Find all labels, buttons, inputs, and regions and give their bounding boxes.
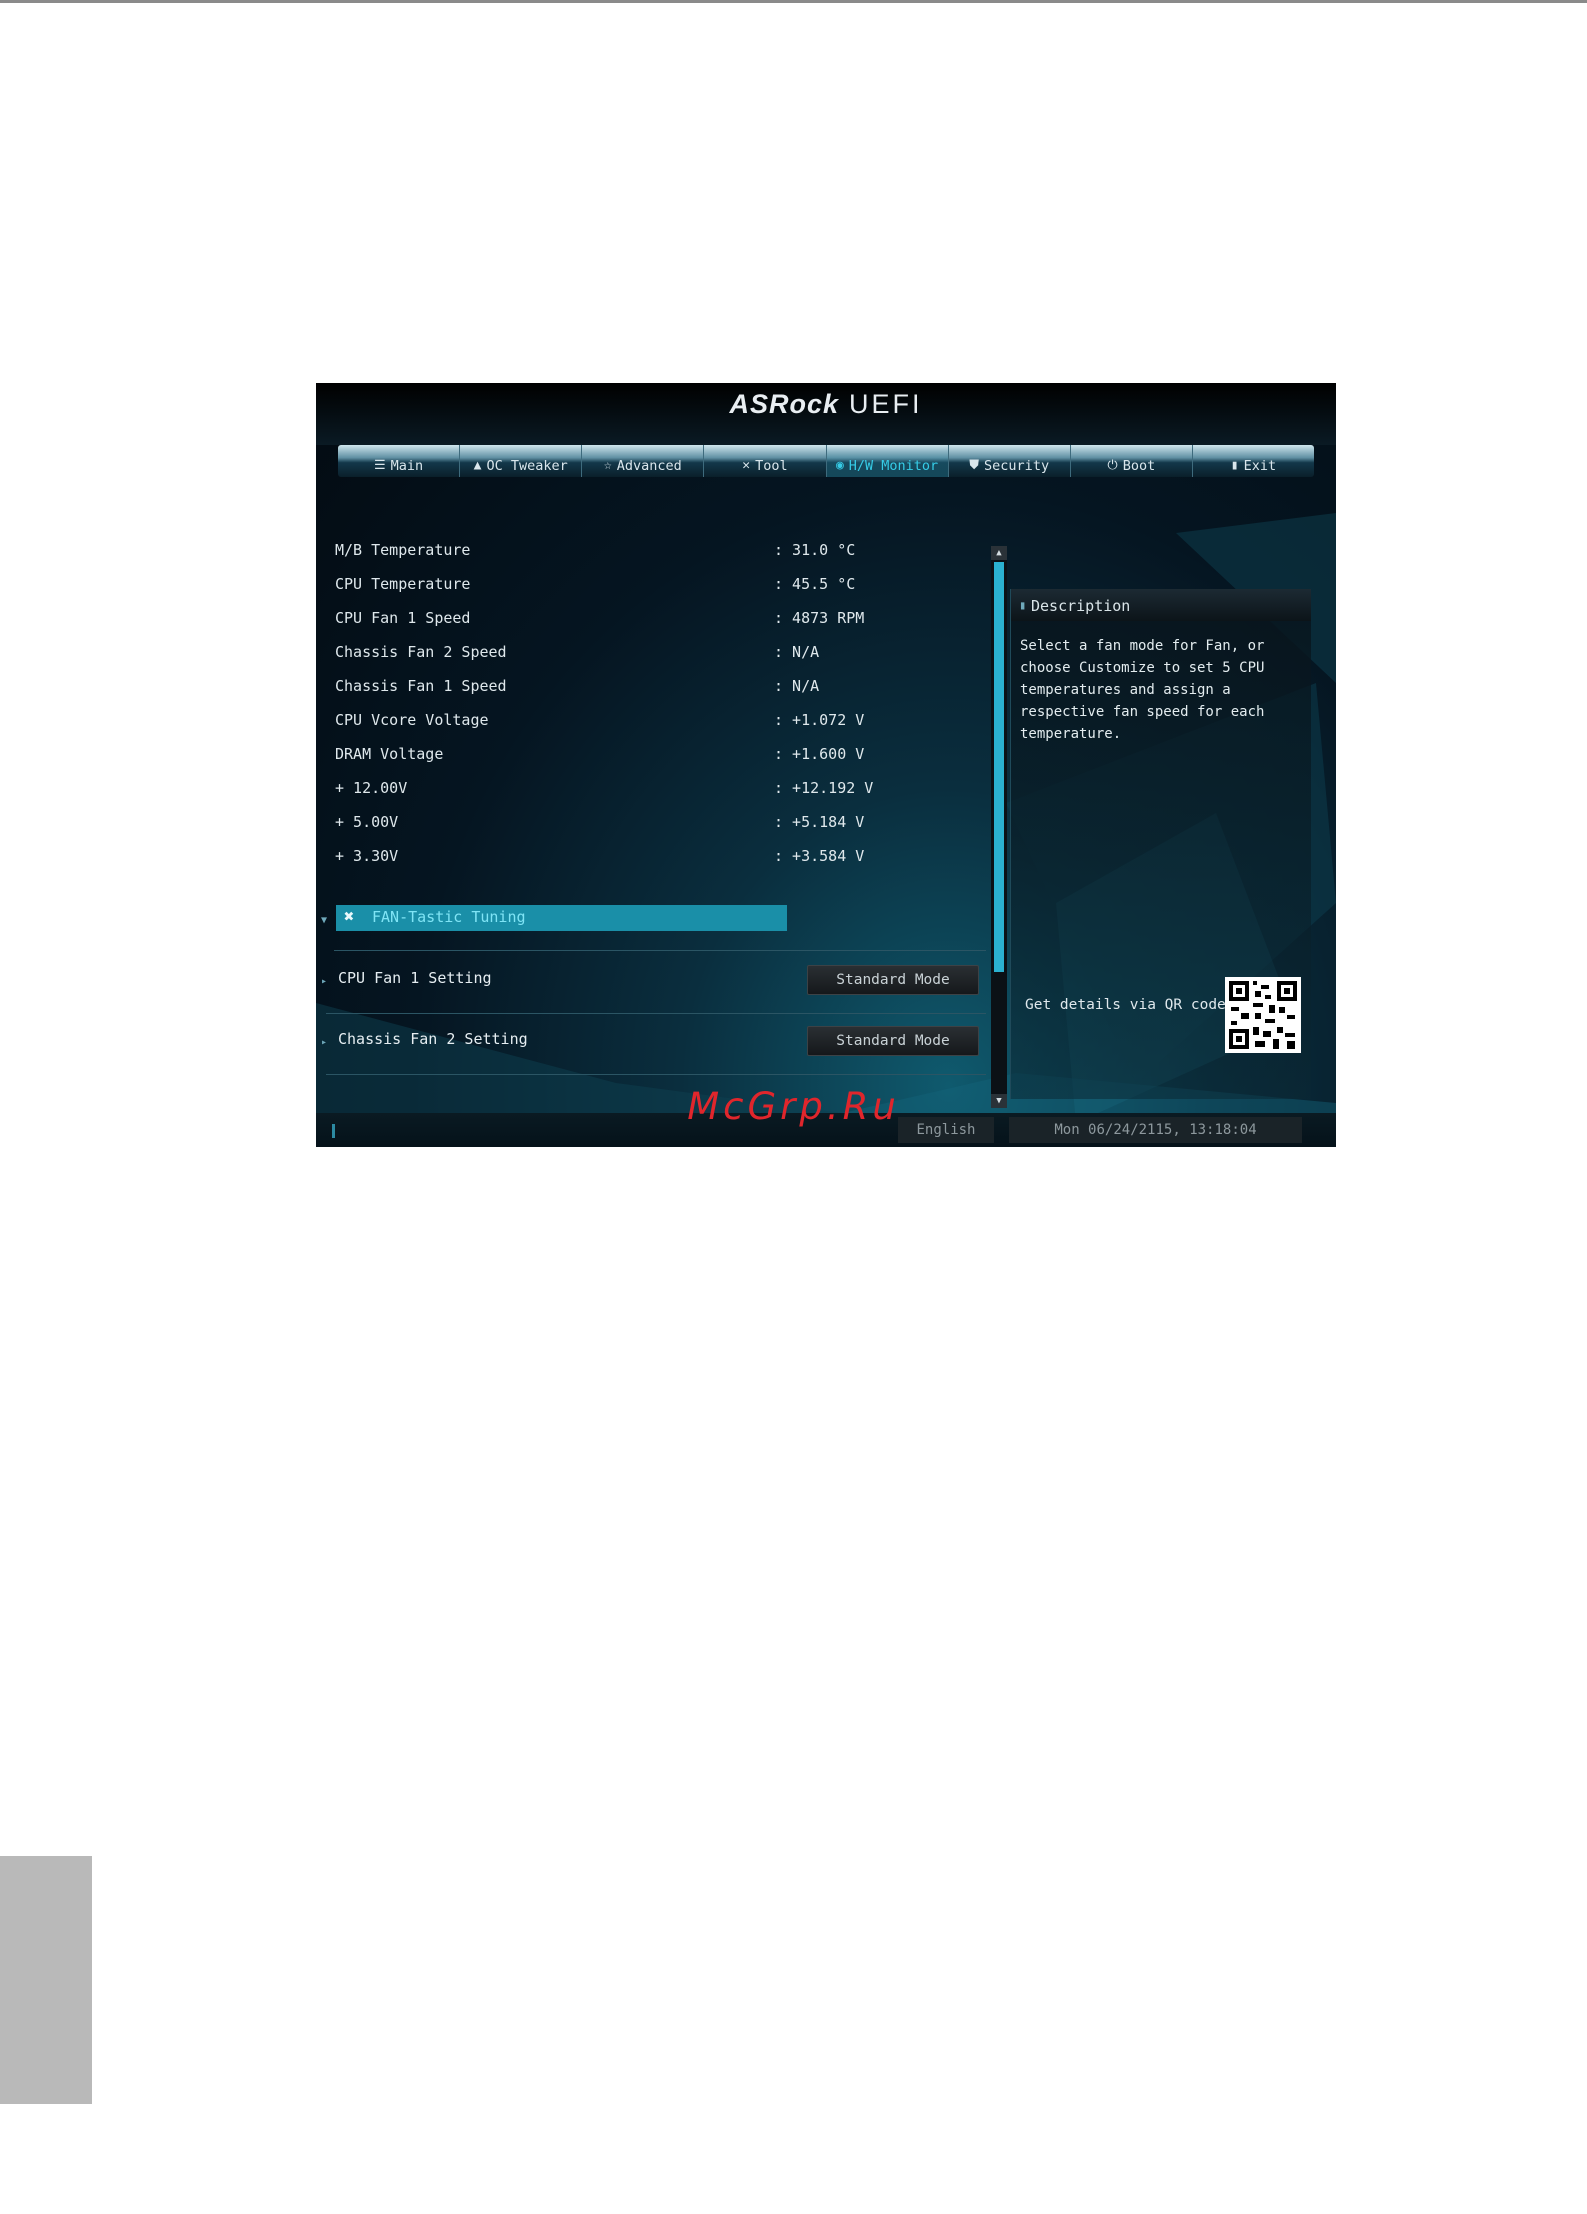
scroll-thumb[interactable] bbox=[994, 562, 1004, 972]
wrench-icon: ✖ bbox=[344, 907, 355, 927]
tools-icon: ✕ bbox=[742, 458, 751, 473]
chassis-fan-2-setting-row[interactable]: Chassis Fan 2 Setting Standard Mode bbox=[326, 1016, 986, 1075]
monitor-row: + 3.30V: +3.584 V bbox=[335, 847, 865, 865]
list-icon: ☰ bbox=[373, 458, 386, 473]
cpu-fan-1-setting-row[interactable]: CPU Fan 1 Setting Standard Mode bbox=[326, 955, 986, 1014]
monitor-row: Chassis Fan 2 Speed: N/A bbox=[335, 643, 820, 661]
description-text: Select a fan mode for Fan, or choose Cus… bbox=[1020, 638, 1265, 742]
asrock-logo: ASRock UEFI bbox=[729, 389, 923, 419]
description-header: ▮ Description bbox=[1011, 589, 1311, 621]
tab-boot[interactable]: ⏻ Boot bbox=[1071, 445, 1193, 477]
qr-code-icon bbox=[1225, 977, 1301, 1053]
scroll-up-icon[interactable]: ▲ bbox=[991, 546, 1007, 560]
shield-icon: ⛊ bbox=[969, 458, 980, 473]
star-icon: ☆ bbox=[603, 458, 612, 473]
monitor-row: CPU Fan 1 Speed: 4873 RPM bbox=[335, 609, 865, 627]
header: ASRock UEFI bbox=[316, 383, 1336, 445]
top-rule bbox=[0, 0, 1587, 3]
monitor-row: CPU Temperature: 45.5 °C bbox=[335, 575, 856, 593]
monitor-row: + 12.00V: +12.192 V bbox=[335, 779, 874, 797]
monitor-icon: ◉ bbox=[835, 458, 844, 473]
page-side-tab bbox=[0, 1856, 92, 2104]
tab-exit[interactable]: ▮ Exit bbox=[1193, 445, 1314, 477]
power-icon: ⏻ bbox=[1107, 458, 1118, 473]
monitor-row: CPU Vcore Voltage: +1.072 V bbox=[335, 711, 865, 729]
divider bbox=[334, 950, 986, 951]
bullet-icon: ▮ bbox=[1019, 598, 1027, 612]
chassis-fan-2-mode-select[interactable]: Standard Mode bbox=[807, 1026, 979, 1056]
qr-label: Get details via QR code bbox=[1025, 997, 1226, 1013]
tab-security[interactable]: ⛊ Security bbox=[949, 445, 1071, 477]
exit-icon: ▮ bbox=[1230, 458, 1239, 473]
description-title: Description bbox=[1031, 597, 1131, 615]
uefi-screen: ASRock UEFI ☰ Main ▲ OC Tweaker ☆ Advanced ✕… bbox=[316, 383, 1336, 1147]
monitor-row: M/B Temperature: 31.0 °C bbox=[335, 541, 856, 559]
tab-advanced[interactable]: ☆ Advanced bbox=[582, 445, 705, 477]
monitor-row: + 5.00V: +5.184 V bbox=[335, 813, 865, 831]
tab-bar: ☰ Main ▲ OC Tweaker ☆ Advanced ✕ Tool ◉ H/W M… bbox=[338, 445, 1314, 477]
tab-oc-tweaker[interactable]: ▲ OC Tweaker bbox=[460, 445, 583, 477]
description-panel: ▮ Description Select a fan mode for Fan,… bbox=[1010, 589, 1311, 1099]
row-marker-icon: ▼ bbox=[321, 915, 328, 926]
monitor-row: DRAM Voltage: +1.600 V bbox=[335, 745, 865, 763]
monitor-row: Chassis Fan 1 Speed: N/A bbox=[335, 677, 820, 695]
tab-main[interactable]: ☰ Main bbox=[338, 445, 461, 477]
tab-tool[interactable]: ✕ Tool bbox=[704, 445, 827, 477]
watermark: McGrp.Ru bbox=[687, 1085, 900, 1128]
fan-tastic-tuning-item[interactable]: ✖ FAN-Tastic Tuning bbox=[336, 905, 787, 931]
scrollbar[interactable]: ▲ ▼ bbox=[991, 546, 1007, 1108]
tab-hw-monitor[interactable]: ◉ H/W Monitor bbox=[826, 445, 949, 477]
flame-icon: ▲ bbox=[473, 458, 482, 473]
cpu-fan-1-mode-select[interactable]: Standard Mode bbox=[807, 965, 979, 995]
